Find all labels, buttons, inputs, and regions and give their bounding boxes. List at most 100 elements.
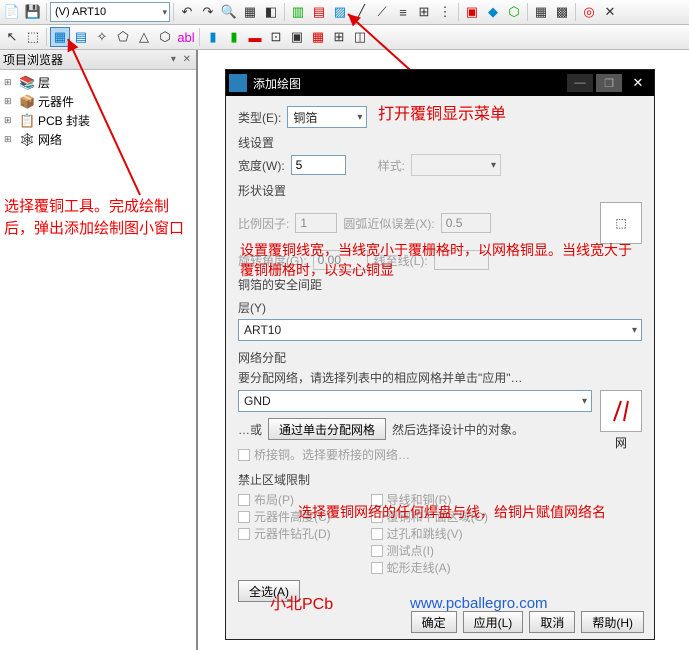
line-section-label: 线设置 <box>238 134 642 151</box>
restore-button[interactable]: ❐ <box>596 74 622 92</box>
shape-preview: ⬚ <box>600 202 642 244</box>
draw-icon-4[interactable]: △ <box>134 27 154 47</box>
net-or-label: …或 <box>238 421 262 438</box>
layer-dropdown[interactable]: ART10 <box>238 319 642 341</box>
pointer-icon[interactable]: ↖ <box>2 27 22 47</box>
layer-section-label: 层(Y) <box>238 299 642 316</box>
select-icon[interactable]: ⬚ <box>23 27 43 47</box>
annotation-open-menu: 打开覆铜显示菜单 <box>378 105 506 125</box>
draw-icon-9[interactable]: ⊡ <box>266 27 286 47</box>
draw-icon-1[interactable]: ▤ <box>71 27 91 47</box>
components-icon: 📦 <box>19 94 35 110</box>
draw-icon-6[interactable]: ▮ <box>203 27 223 47</box>
ok-button[interactable]: 确定 <box>411 611 457 633</box>
net-preview-icon <box>600 390 642 432</box>
zoom-icon[interactable]: 🔍 <box>219 2 239 22</box>
assign-net-button[interactable]: 通过单击分配网格 <box>268 418 386 440</box>
style-label: 样式: <box>378 157 405 174</box>
type-dropdown[interactable]: 铜箔 <box>287 106 367 128</box>
project-browser: 项目浏览器 ▾ ✕ ⊞📚层 ⊞📦元器件 ⊞📋PCB 封装 ⊞🕸网络 <box>0 50 198 650</box>
tool-icon-1[interactable]: ▦ <box>240 2 260 22</box>
annotation-brand: 小北PCb <box>270 595 333 615</box>
redo-icon[interactable]: ↷ <box>198 2 218 22</box>
tol-input <box>441 213 491 233</box>
draw-icon-5[interactable]: ⬡ <box>155 27 175 47</box>
sidebar-controls[interactable]: ▾ ✕ <box>171 54 193 65</box>
dialog-titlebar[interactable]: 添加绘图 — ❐ ✕ <box>226 70 654 96</box>
draw-icon-11[interactable]: ▦ <box>308 27 328 47</box>
keepout-drill: 元器件钻孔(D) <box>238 525 331 542</box>
tool-icon-15[interactable]: ▩ <box>552 2 572 22</box>
net-section-label: 网络分配 <box>238 349 642 366</box>
sidebar-header: 项目浏览器 ▾ ✕ <box>0 50 196 70</box>
tool-icon-9[interactable]: ⊞ <box>414 2 434 22</box>
layers-icon: 📚 <box>19 75 35 91</box>
tool-icon-14[interactable]: ▦ <box>531 2 551 22</box>
net-after-label: 然后选择设计中的对象。 <box>392 421 524 438</box>
cancel-button[interactable]: 取消 <box>529 611 575 633</box>
tree-item-components[interactable]: ⊞📦元器件 <box>4 92 192 111</box>
minimize-button[interactable]: — <box>567 74 593 92</box>
new-icon[interactable]: 📄 <box>2 2 22 22</box>
project-tree: ⊞📚层 ⊞📦元器件 ⊞📋PCB 封装 ⊞🕸网络 <box>0 70 196 152</box>
layer-combo[interactable]: (V) ART10 <box>50 2 170 22</box>
help-button[interactable]: 帮助(H) <box>581 611 644 633</box>
draw-icon-12[interactable]: ⊞ <box>329 27 349 47</box>
tool-icon-5[interactable]: ▨ <box>330 2 350 22</box>
scale-input <box>295 213 337 233</box>
tree-item-nets[interactable]: ⊞🕸网络 <box>4 130 192 149</box>
tool-icon-4[interactable]: ▤ <box>309 2 329 22</box>
draw-icon-8[interactable]: ▬ <box>245 27 265 47</box>
shape-section-label: 形状设置 <box>238 182 642 199</box>
keepout-section-label: 禁止区域限制 <box>238 471 642 488</box>
tool-icon-7[interactable]: ⟋ <box>372 2 392 22</box>
tool-icon-3[interactable]: ▥ <box>288 2 308 22</box>
dialog-title: 添加绘图 <box>253 75 301 92</box>
draw-icon-2[interactable]: ✧ <box>92 27 112 47</box>
annotation-url: www.pcballegro.com <box>410 595 548 612</box>
style-dropdown <box>411 154 501 176</box>
keepout-testpoint: 测试点(I) <box>371 542 488 559</box>
tool-icon-11[interactable]: ▣ <box>462 2 482 22</box>
scale-label: 比例因子: <box>238 215 289 232</box>
keepout-via: 过孔和跳线(V) <box>371 525 488 542</box>
net-hint: 要分配网络，请选择列表中的相应网格并单击"应用"… <box>238 369 642 386</box>
annotation-assign-net: 选择覆铜网络的任何焊盘与线，给铜片赋值网络名 <box>298 502 638 522</box>
text-icon[interactable]: abl <box>176 27 196 47</box>
draw-icon-13[interactable]: ◫ <box>350 27 370 47</box>
tree-item-pcb[interactable]: ⊞📋PCB 封装 <box>4 111 192 130</box>
keepout-serpentine: 蛇形走线(A) <box>371 559 488 576</box>
tool-icon-16[interactable]: ◎ <box>579 2 599 22</box>
type-label: 类型(E): <box>238 109 281 126</box>
tool-icon-2[interactable]: ◧ <box>261 2 281 22</box>
width-label: 宽度(W): <box>238 157 285 174</box>
pcb-icon: 📋 <box>19 113 35 129</box>
draw-icon-10[interactable]: ▣ <box>287 27 307 47</box>
tool-icon-12[interactable]: ◆ <box>483 2 503 22</box>
annotation-select-tool: 选择覆铜工具。完成绘制后，弹出添加绘制图小窗口 <box>4 196 194 240</box>
sidebar-title: 项目浏览器 <box>3 51 63 68</box>
nets-icon: 🕸 <box>19 132 35 148</box>
add-drawing-dialog: 添加绘图 — ❐ ✕ 类型(E): 铜箔 线设置 宽度(W): 样式: 形状设置… <box>225 69 655 640</box>
draw-icon-7[interactable]: ▮ <box>224 27 244 47</box>
toolbar-draw: ↖ ⬚ ▦ ▤ ✧ ⬠ △ ⬡ abl ▮ ▮ ▬ ⊡ ▣ ▦ ⊞ ◫ <box>0 25 689 50</box>
tool-icon-10[interactable]: ⋮ <box>435 2 455 22</box>
close-button[interactable]: ✕ <box>625 74 651 92</box>
tol-label: 圆弧近似误差(X): <box>343 215 434 232</box>
annotation-linewidth: 设置覆铜线宽，当线宽小于覆栅格时，以网格铜显。当线宽大于覆铜栅格时，以实心铜显 <box>240 240 640 280</box>
tool-icon-17[interactable]: ✕ <box>600 2 620 22</box>
tree-item-layers[interactable]: ⊞📚层 <box>4 73 192 92</box>
dialog-icon <box>229 74 247 92</box>
undo-icon[interactable]: ↶ <box>177 2 197 22</box>
apply-button[interactable]: 应用(L) <box>463 611 524 633</box>
draw-icon-3[interactable]: ⬠ <box>113 27 133 47</box>
tool-icon-8[interactable]: ≡ <box>393 2 413 22</box>
copper-tool-icon[interactable]: ▦ <box>50 27 70 47</box>
tool-icon-13[interactable]: ⬡ <box>504 2 524 22</box>
toolbar-main: 📄 💾 (V) ART10 ↶ ↷ 🔍 ▦ ◧ ▥ ▤ ▨ ╱ ⟋ ≡ ⊞ ⋮ … <box>0 0 689 25</box>
save-icon[interactable]: 💾 <box>23 2 43 22</box>
width-input[interactable] <box>291 155 346 175</box>
tool-icon-6[interactable]: ╱ <box>351 2 371 22</box>
bridge-checkbox: 桥接铜。选择要桥接的网络… <box>238 446 592 463</box>
net-dropdown[interactable]: GND <box>238 390 592 412</box>
